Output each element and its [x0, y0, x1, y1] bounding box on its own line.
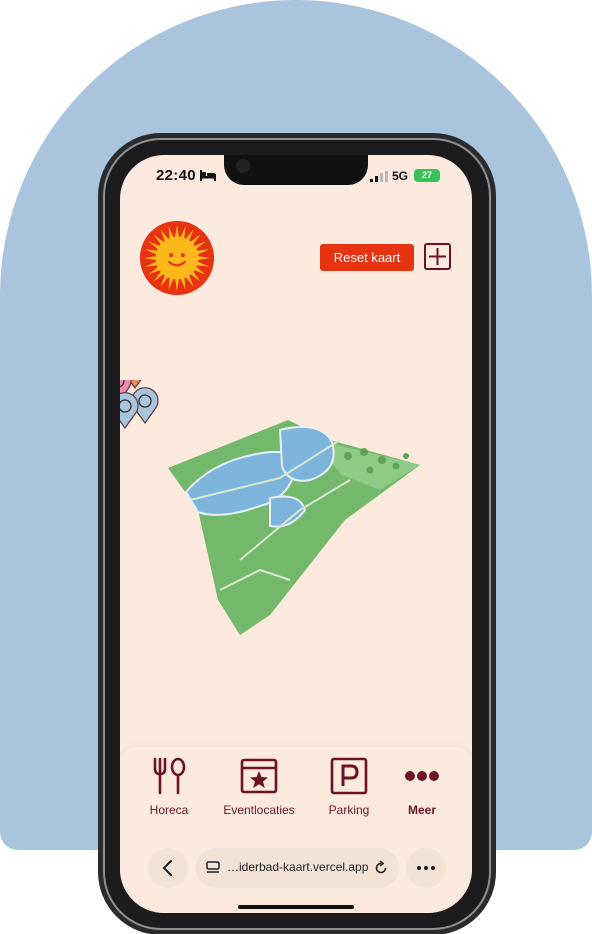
- network-label: 5G: [392, 169, 409, 183]
- more-options-button[interactable]: [406, 848, 446, 888]
- camera-lens: [236, 159, 250, 173]
- parking-icon: [330, 757, 368, 795]
- calendar-star-icon: [240, 758, 278, 794]
- battery-icon: 27: [414, 169, 440, 182]
- reload-icon[interactable]: [373, 860, 389, 876]
- status-time: 22:40: [156, 167, 196, 184]
- chevron-left-icon: [162, 860, 172, 876]
- signal-icon: [370, 171, 388, 182]
- battery-level: 27: [421, 170, 432, 180]
- side-button-power: [491, 372, 495, 468]
- fork-knife-icon: [153, 757, 186, 795]
- url-text: …iderbad-kaart.vercel.app: [227, 860, 369, 874]
- tab-label: Parking: [328, 803, 370, 817]
- tab-label: Eventlocaties: [223, 803, 295, 817]
- tab-label: Horeca: [149, 803, 189, 817]
- tab-horeca[interactable]: Horeca: [129, 757, 209, 817]
- tab-parking[interactable]: Parking: [309, 757, 389, 817]
- reset-map-button[interactable]: Reset kaart: [320, 244, 414, 271]
- back-button[interactable]: [148, 848, 188, 888]
- home-indicator: [238, 905, 354, 909]
- tab-meer[interactable]: Meer: [382, 757, 462, 817]
- bed-icon: [200, 170, 216, 181]
- tab-label: Meer: [407, 803, 436, 817]
- sun-face-logo[interactable]: [138, 219, 216, 297]
- browser-toolbar: …iderbad-kaart.vercel.app: [120, 843, 472, 913]
- map-pin[interactable]: [120, 392, 139, 430]
- tab-eventlocaties[interactable]: Eventlocaties: [219, 757, 299, 817]
- tabs-icon: [206, 861, 220, 873]
- add-button[interactable]: [424, 243, 451, 270]
- plus-icon: [429, 248, 446, 265]
- map-pins[interactable]: [120, 380, 258, 430]
- phone-screen: 22:40 5G 27 Reset kaart Horeca Eventloca…: [120, 155, 472, 913]
- more-dots-icon: [405, 771, 439, 781]
- ellipsis-icon: [417, 866, 435, 870]
- address-bar[interactable]: …iderbad-kaart.vercel.app: [195, 848, 399, 888]
- park-map[interactable]: [120, 380, 472, 645]
